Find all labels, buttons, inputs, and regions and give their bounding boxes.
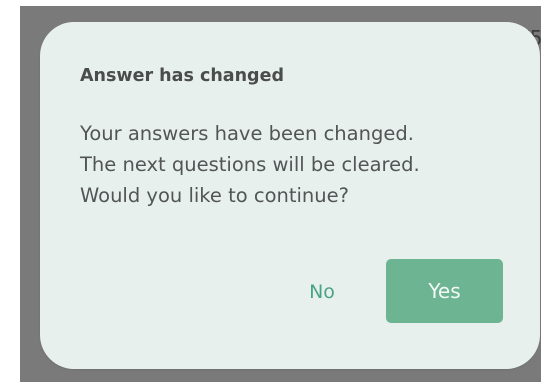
- no-button[interactable]: No: [292, 266, 352, 318]
- yes-button[interactable]: Yes: [386, 259, 503, 323]
- dialog-message-line: The next questions will be cleared.: [80, 153, 420, 176]
- dialog-title: Answer has changed: [80, 66, 284, 86]
- dialog-message-line: Your answers have been changed.: [80, 122, 414, 145]
- app-screen: /5 Answer has changed Your answers have …: [0, 0, 541, 382]
- dialog-message-line: Would you like to continue?: [80, 184, 349, 207]
- dialog-message: Your answers have been changed. The next…: [80, 118, 520, 211]
- confirm-dialog: Answer has changed Your answers have bee…: [40, 22, 540, 369]
